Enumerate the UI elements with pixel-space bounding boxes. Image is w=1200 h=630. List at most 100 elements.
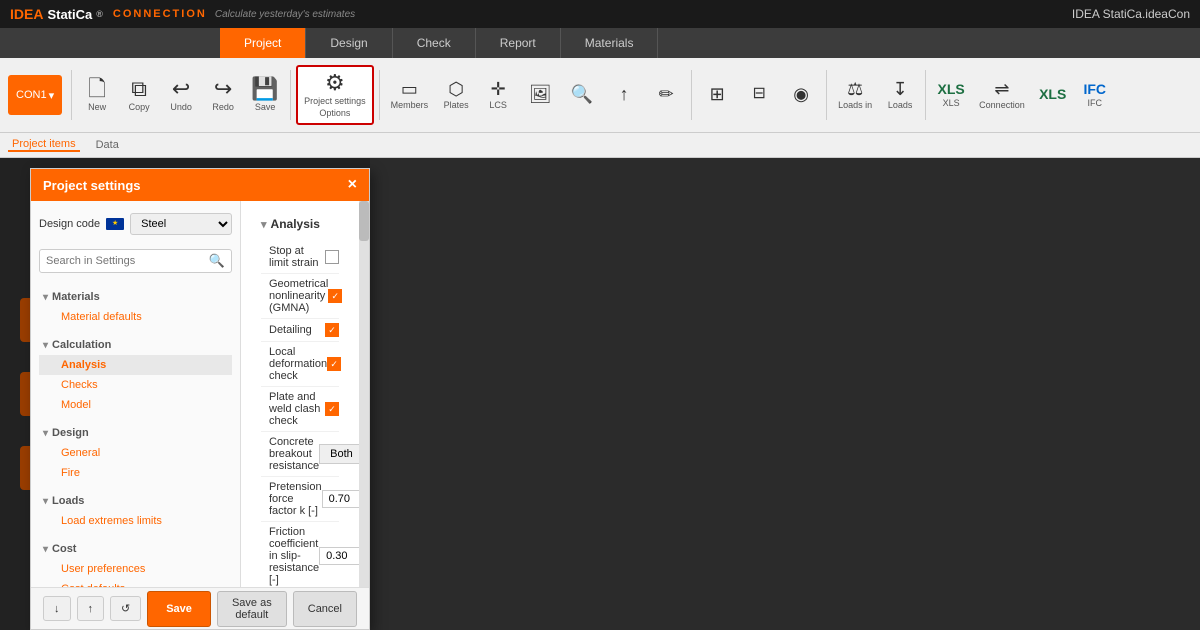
members-button[interactable]: ▭ Members	[385, 65, 435, 125]
sidebar-item-fire[interactable]: Fire	[39, 463, 232, 483]
sidebar-item-cost-defaults[interactable]: Cost defaults	[39, 579, 232, 587]
save-button[interactable]: Save	[147, 591, 211, 627]
xls-icon: XLS	[938, 82, 965, 96]
weld-button[interactable]: ◉	[781, 65, 821, 125]
loads-in-button[interactable]: ⚖ Loads in	[832, 65, 878, 125]
analysis-title-label: Analysis	[271, 217, 320, 231]
calculation-chevron-icon: ▾	[43, 340, 48, 351]
footer-down-button[interactable]: ↓	[43, 596, 71, 621]
materials-section-header[interactable]: ▾ Materials	[39, 287, 232, 307]
gmna-checkbox[interactable]: ✓	[328, 289, 342, 303]
toolbar-separator-1	[71, 70, 72, 120]
sidebar-item-checks[interactable]: Checks	[39, 375, 232, 395]
tab-design[interactable]: Design	[306, 28, 392, 58]
sidebar-item-model[interactable]: Model	[39, 395, 232, 415]
new-button[interactable]: 🗋 New	[77, 65, 117, 125]
scrollbar-thumb[interactable]	[359, 201, 369, 241]
analysis-chevron-icon: ▾	[261, 218, 267, 231]
materials-section-label: Materials	[52, 291, 100, 303]
sidebar-item-load-extremes[interactable]: Load extremes limits	[39, 511, 232, 531]
lcs-icon: ✛	[491, 80, 506, 98]
lcs-button[interactable]: ✛ LCS	[478, 65, 518, 125]
calculation-section-label: Calculation	[52, 339, 111, 351]
arrow-up-button[interactable]: ↑	[604, 65, 644, 125]
settings-row-stop-strain: Stop at limit strain	[261, 241, 339, 274]
concrete-label: Concrete breakout resistance	[261, 436, 319, 472]
sidebar-section-loads: ▾ Loads Load extremes limits	[39, 491, 232, 531]
ifc-button[interactable]: IFC IFC	[1075, 65, 1115, 125]
picture-button[interactable]: 🖼	[520, 65, 560, 125]
logo-reg-text: ®	[96, 9, 103, 19]
sub-tab-data[interactable]: Data	[92, 139, 123, 151]
new-label: New	[88, 102, 106, 112]
design-code-select[interactable]: Steel	[130, 213, 232, 235]
cancel-button[interactable]: Cancel	[293, 591, 357, 627]
plate-weld-label: Plate and weld clash check	[261, 391, 325, 427]
xls2-button[interactable]: XLS	[1033, 65, 1073, 125]
toolbar-separator-4	[691, 70, 692, 120]
modal-sidebar: Design code ★ Steel 🔍 ▾	[31, 201, 241, 587]
search-button[interactable]: 🔍	[562, 65, 602, 125]
local-deformation-label: Local deformation check	[261, 346, 327, 382]
connection-button[interactable]: ⇌ Connection	[973, 65, 1031, 125]
stop-strain-checkbox[interactable]	[325, 250, 339, 264]
footer-reset-button[interactable]: ↺	[110, 596, 141, 621]
modal-title: Project settings	[43, 178, 141, 193]
materials-chevron-icon: ▾	[43, 292, 48, 303]
detailing-checkbox[interactable]: ✓	[325, 323, 339, 337]
concrete-select[interactable]: Both Tension Shear None	[319, 444, 359, 464]
table-icon: ⊟	[752, 86, 765, 102]
sidebar-item-analysis[interactable]: Analysis	[39, 355, 232, 375]
copy-button[interactable]: ⧉ Copy	[119, 65, 159, 125]
pretension-input[interactable]	[322, 490, 359, 508]
con1-button[interactable]: CON1 ▾	[8, 75, 62, 115]
edit-button[interactable]: ✏	[646, 65, 686, 125]
settings-row-gmna: Geometrical nonlinearity (GMNA) ✓	[261, 274, 339, 319]
sidebar-item-material-defaults[interactable]: Material defaults	[39, 307, 232, 327]
plate-weld-checkbox[interactable]: ✓	[325, 402, 339, 416]
loads-section-label: Loads	[52, 495, 84, 507]
undo-button[interactable]: ↩ Undo	[161, 65, 201, 125]
gmna-control: ✓	[328, 289, 342, 303]
loads-section-header[interactable]: ▾ Loads	[39, 491, 232, 511]
modal-body: Design code ★ Steel 🔍 ▾	[31, 201, 369, 587]
xls-button[interactable]: XLS XLS	[931, 65, 971, 125]
tab-project[interactable]: Project	[220, 28, 306, 58]
sub-tab-project-items[interactable]: Project items	[8, 138, 80, 152]
loads-chevron-icon: ▾	[43, 496, 48, 507]
project-settings-button[interactable]: ⚙ Project settings Options	[296, 65, 374, 125]
local-deformation-checkbox[interactable]: ✓	[327, 357, 341, 371]
design-section-header[interactable]: ▾ Design	[39, 423, 232, 443]
xls2-icon: XLS	[1039, 87, 1066, 101]
scrollbar-track[interactable]	[359, 201, 369, 587]
sidebar-item-general[interactable]: General	[39, 443, 232, 463]
sub-toolbar: Project items Data	[0, 133, 1200, 158]
sidebar-section-calculation: ▾ Calculation Analysis Checks Model	[39, 335, 232, 415]
sidebar-section-materials: ▾ Materials Material defaults	[39, 287, 232, 327]
footer-up-button[interactable]: ↑	[77, 596, 105, 621]
tab-report[interactable]: Report	[476, 28, 561, 58]
logo-idea-text: IDEA	[10, 6, 43, 22]
loads-button[interactable]: ↧ Loads	[880, 65, 920, 125]
save-as-default-button[interactable]: Save as default	[217, 591, 287, 627]
search-input[interactable]	[46, 255, 209, 267]
grid-button[interactable]: ⊞	[697, 65, 737, 125]
members-icon: ▭	[401, 80, 418, 98]
save-button[interactable]: 💾 Save	[245, 65, 285, 125]
cost-section-header[interactable]: ▾ Cost	[39, 539, 232, 559]
friction-input[interactable]	[319, 547, 359, 565]
calculation-section-header[interactable]: ▾ Calculation	[39, 335, 232, 355]
tab-check[interactable]: Check	[393, 28, 476, 58]
redo-button[interactable]: ↪ Redo	[203, 65, 243, 125]
modal-close-button[interactable]: ×	[348, 176, 357, 194]
settings-row-pretension: Pretension force factor k [-]	[261, 477, 339, 522]
tab-materials[interactable]: Materials	[561, 28, 659, 58]
design-section-label: Design	[52, 427, 89, 439]
save-icon: 💾	[251, 78, 278, 100]
pretension-control	[322, 490, 359, 508]
modal-footer: ↓ ↑ ↺ Save Save as default Cancel	[31, 587, 369, 629]
plates-button[interactable]: ⬡ Plates	[436, 65, 476, 125]
table-button[interactable]: ⊟	[739, 65, 779, 125]
sidebar-item-user-preferences[interactable]: User preferences	[39, 559, 232, 579]
main-area: ← Connection ←	[0, 158, 1200, 630]
